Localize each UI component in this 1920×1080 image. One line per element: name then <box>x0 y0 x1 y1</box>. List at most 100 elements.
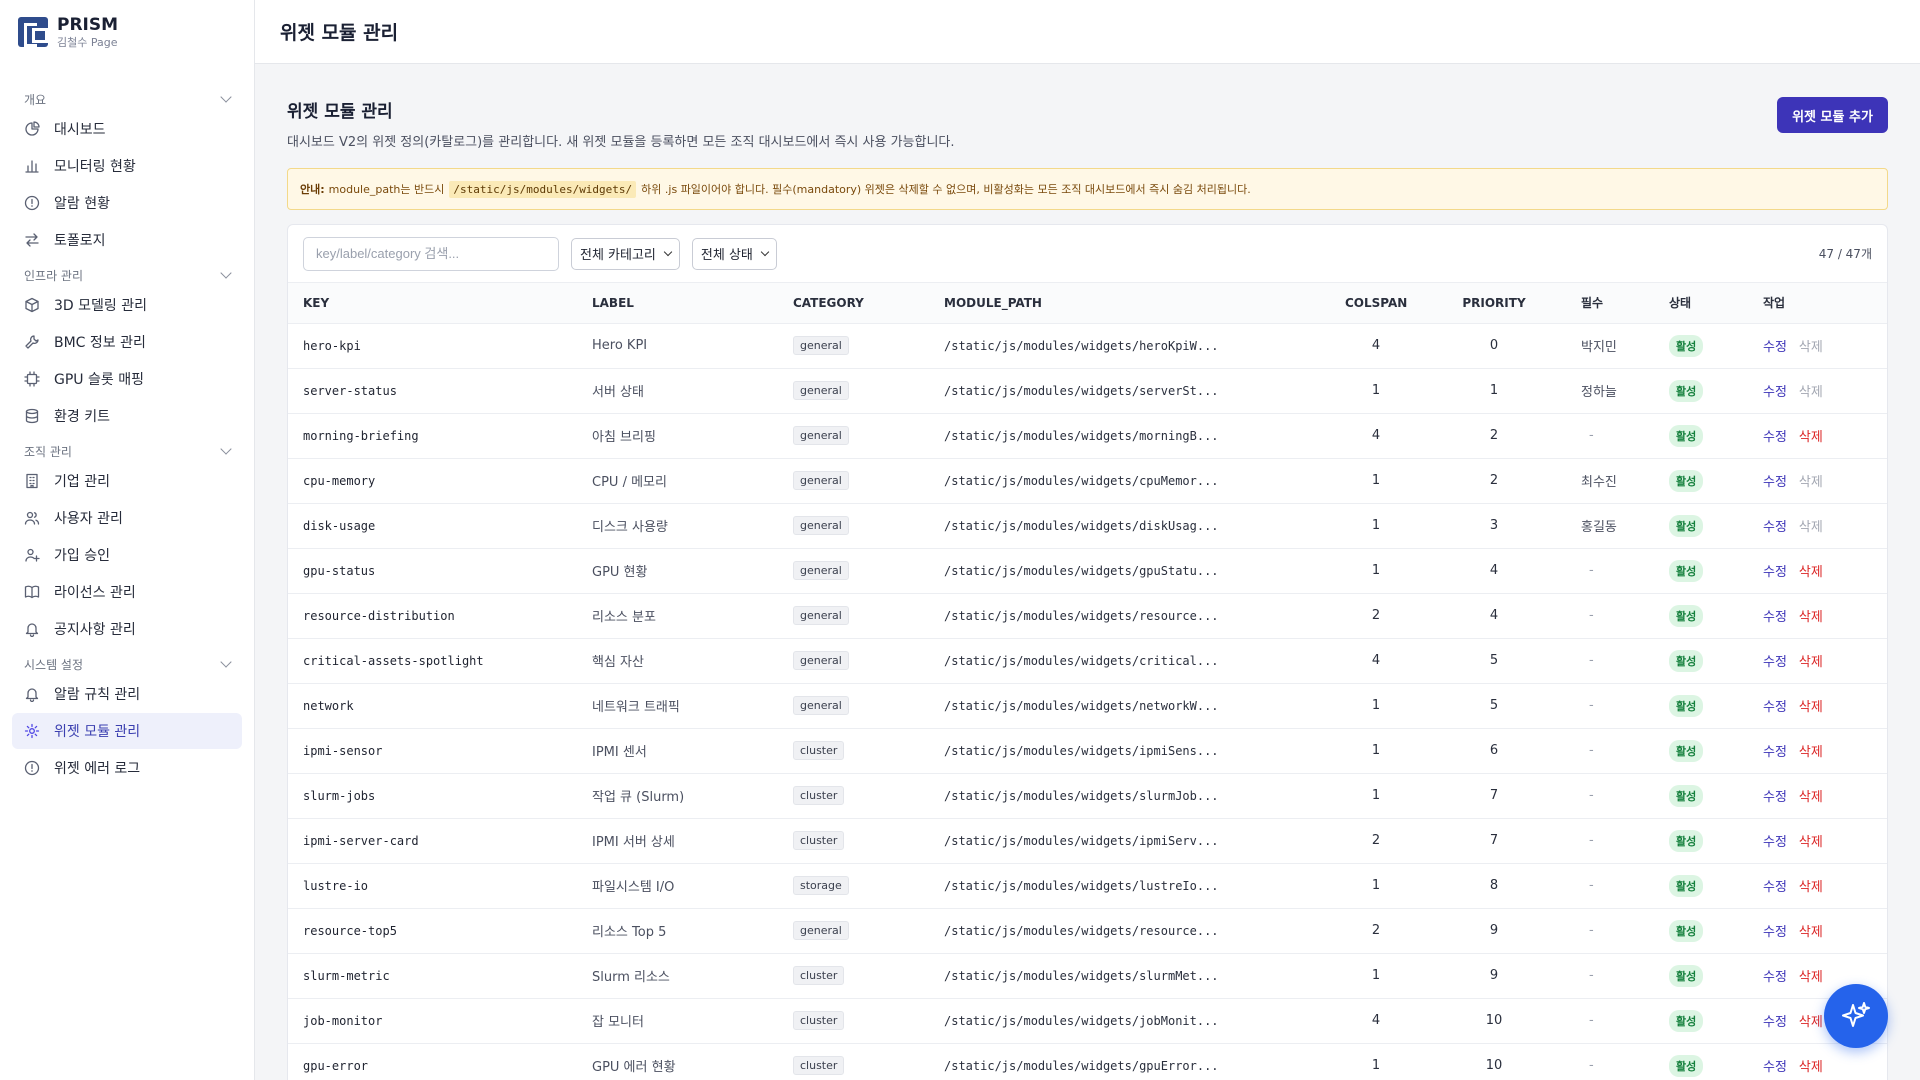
cell-required: 정하늘 <box>1566 368 1654 414</box>
delete-button[interactable]: 삭제 <box>1799 700 1823 715</box>
col-header-key[interactable]: KEY <box>288 283 577 324</box>
col-header-category[interactable]: CATEGORY <box>778 283 929 324</box>
edit-button[interactable]: 수정 <box>1763 565 1787 580</box>
delete-button[interactable]: 삭제 <box>1799 475 1823 490</box>
nav-section-header[interactable]: 시스템 설정 <box>0 653 254 675</box>
cell-status: 활성 <box>1654 1043 1748 1080</box>
delete-button[interactable]: 삭제 <box>1799 565 1823 580</box>
edit-button[interactable]: 수정 <box>1763 925 1787 940</box>
category-badge: general <box>793 516 849 535</box>
cell-module-path: /static/js/modules/widgets/ipmiServ... <box>929 818 1330 864</box>
sidebar-item[interactable]: 환경 키트 <box>12 398 242 434</box>
cell-priority: 7 <box>1422 773 1566 819</box>
sidebar-item[interactable]: 알람 현황 <box>12 185 242 221</box>
delete-button[interactable]: 삭제 <box>1799 790 1823 805</box>
delete-button[interactable]: 삭제 <box>1799 925 1823 940</box>
edit-button[interactable]: 수정 <box>1763 385 1787 400</box>
delete-button[interactable]: 삭제 <box>1799 745 1823 760</box>
cell-label: 서버 상태 <box>577 368 778 414</box>
edit-button[interactable]: 수정 <box>1763 610 1787 625</box>
delete-button[interactable]: 삭제 <box>1799 880 1823 895</box>
table-row: resource-top5 리소스 Top 5 general/static/js/… <box>288 908 1887 954</box>
cell-label: GPU 에러 현황 <box>577 1043 778 1080</box>
edit-button[interactable]: 수정 <box>1763 790 1787 805</box>
status-badge: 활성 <box>1669 964 1704 987</box>
delete-button[interactable]: 삭제 <box>1799 655 1823 670</box>
notice-text-after: 하위 .js 파일이어야 합니다. 필수(mandatory) 위젯은 삭제할 … <box>641 183 1251 196</box>
nav-section-header[interactable]: 인프라 관리 <box>0 264 254 286</box>
cell-module-path: /static/js/modules/widgets/critical... <box>929 638 1330 684</box>
col-header-priority[interactable]: PRIORITY <box>1422 283 1566 324</box>
delete-button[interactable]: 삭제 <box>1799 1015 1823 1030</box>
page-description: 대시보드 V2의 위젯 정의(카탈로그)를 관리합니다. 새 위젯 모듈을 등록… <box>287 135 955 150</box>
nav-section-label: 인프라 관리 <box>24 268 84 283</box>
sidebar-item[interactable]: 사용자 관리 <box>12 500 242 536</box>
edit-button[interactable]: 수정 <box>1763 430 1787 445</box>
cell-label: 파일시스템 I/O <box>577 863 778 909</box>
topbar: 위젯 모듈 관리 <box>255 0 1920 64</box>
cell-status: 활성 <box>1654 683 1748 729</box>
add-widget-module-button[interactable]: 위젯 모듈 추가 <box>1777 97 1888 133</box>
sidebar-item[interactable]: 위젯 에러 로그 <box>12 750 242 786</box>
col-header-status[interactable]: 상태 <box>1654 283 1748 324</box>
brand[interactable]: PRISM 김철수 Page <box>0 0 254 64</box>
delete-button[interactable]: 삭제 <box>1799 835 1823 850</box>
delete-button[interactable]: 삭제 <box>1799 970 1823 985</box>
status-select[interactable]: 전체 상태 <box>691 237 777 270</box>
delete-button[interactable]: 삭제 <box>1799 430 1823 445</box>
sidebar-item[interactable]: 기업 관리 <box>12 463 242 499</box>
cell-label: Slurm 리소스 <box>577 953 778 999</box>
col-header-required[interactable]: 필수 <box>1566 283 1654 324</box>
sidebar-item[interactable]: GPU 슬롯 매핑 <box>12 361 242 397</box>
database-icon <box>24 408 40 424</box>
chevron-down-icon <box>220 267 232 279</box>
edit-button[interactable]: 수정 <box>1763 835 1787 850</box>
cell-label: 아침 브리핑 <box>577 413 778 459</box>
sidebar-item[interactable]: 토폴로지 <box>12 222 242 258</box>
sidebar-item[interactable]: 모니터링 현황 <box>12 148 242 184</box>
delete-button[interactable]: 삭제 <box>1799 610 1823 625</box>
cell-actions: 수정 삭제 <box>1748 593 1887 639</box>
edit-button[interactable]: 수정 <box>1763 520 1787 535</box>
delete-button[interactable]: 삭제 <box>1799 385 1823 400</box>
nav-section-header[interactable]: 조직 관리 <box>0 440 254 462</box>
delete-button[interactable]: 삭제 <box>1799 340 1823 355</box>
edit-button[interactable]: 수정 <box>1763 700 1787 715</box>
cell-required: - <box>1566 863 1654 909</box>
sidebar-item[interactable]: 알람 규칙 관리 <box>12 676 242 712</box>
col-header-colspan[interactable]: COLSPAN <box>1330 283 1422 324</box>
sidebar-item[interactable]: 라이선스 관리 <box>12 574 242 610</box>
search-input[interactable] <box>303 236 559 271</box>
col-header-module-path[interactable]: MODULE_PATH <box>929 283 1330 324</box>
cell-category: cluster <box>778 998 929 1044</box>
sidebar-item[interactable]: 공지사항 관리 <box>12 611 242 647</box>
cell-status: 활성 <box>1654 593 1748 639</box>
sidebar-item[interactable]: 대시보드 <box>12 111 242 147</box>
edit-button[interactable]: 수정 <box>1763 1015 1787 1030</box>
edit-button[interactable]: 수정 <box>1763 655 1787 670</box>
cell-category: general <box>778 908 929 954</box>
delete-button[interactable]: 삭제 <box>1799 520 1823 535</box>
edit-button[interactable]: 수정 <box>1763 1060 1787 1075</box>
table-row: job-monitor 잡 모니터 cluster/static/js/module… <box>288 998 1887 1044</box>
category-select[interactable]: 전체 카테고리 <box>571 237 680 270</box>
cell-colspan: 1 <box>1330 953 1422 999</box>
col-header-label[interactable]: LABEL <box>577 283 778 324</box>
cell-module-path: /static/js/modules/widgets/slurmMet... <box>929 953 1330 999</box>
edit-button[interactable]: 수정 <box>1763 475 1787 490</box>
nav-section-header[interactable]: 개요 <box>0 88 254 110</box>
ai-assistant-button[interactable] <box>1824 984 1888 1048</box>
sidebar-item[interactable]: 가입 승인 <box>12 537 242 573</box>
cell-colspan: 4 <box>1330 998 1422 1044</box>
sidebar-item[interactable]: 3D 모델링 관리 <box>12 287 242 323</box>
widget-table-panel: 전체 카테고리 전체 상태 47 / 47개 KEY LABEL CATEGOR… <box>287 224 1888 1080</box>
sidebar-item[interactable]: BMC 정보 관리 <box>12 324 242 360</box>
edit-button[interactable]: 수정 <box>1763 970 1787 985</box>
sidebar-nav: 개요 대시보드 모니터링 현황 알람 현황 토폴로지인프라 관리 3D 모델링 관리 BMC… <box>0 64 254 786</box>
sidebar-item[interactable]: 위젯 모듈 관리 <box>12 713 242 749</box>
edit-button[interactable]: 수정 <box>1763 745 1787 760</box>
delete-button[interactable]: 삭제 <box>1799 1060 1823 1075</box>
edit-button[interactable]: 수정 <box>1763 340 1787 355</box>
cell-priority: 0 <box>1422 323 1566 369</box>
edit-button[interactable]: 수정 <box>1763 880 1787 895</box>
